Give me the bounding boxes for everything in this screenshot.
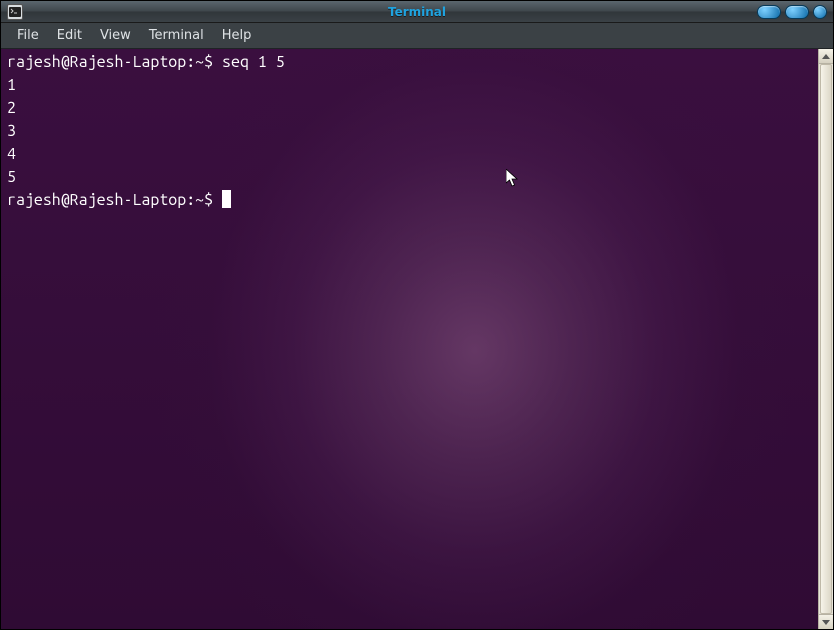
menubar: File Edit View Terminal Help (1, 23, 833, 49)
scroll-track[interactable] (819, 64, 833, 614)
prompt: rajesh@Rajesh-Laptop:~$ (7, 191, 222, 209)
text-cursor (222, 190, 231, 208)
terminal-line: 2 (7, 97, 812, 120)
scroll-down-button[interactable] (819, 614, 833, 629)
minimize-button[interactable] (757, 5, 781, 19)
menu-terminal[interactable]: Terminal (141, 25, 212, 46)
terminal-line: 4 (7, 143, 812, 166)
window-controls (757, 5, 827, 19)
terminal-app-icon (7, 4, 23, 20)
terminal-viewport[interactable]: rajesh@Rajesh-Laptop:~$ seq 1 5 1 2 3 4 … (1, 49, 818, 629)
scroll-up-button[interactable] (819, 49, 833, 64)
chevron-up-icon (822, 54, 830, 59)
prompt: rajesh@Rajesh-Laptop:~$ (7, 53, 222, 71)
scroll-thumb[interactable] (820, 64, 832, 614)
terminal-body: rajesh@Rajesh-Laptop:~$ seq 1 5 1 2 3 4 … (1, 49, 833, 629)
terminal-line: 5 (7, 166, 812, 189)
menu-help[interactable]: Help (214, 25, 260, 46)
menu-view[interactable]: View (92, 25, 139, 46)
terminal-line: rajesh@Rajesh-Laptop:~$ (7, 189, 812, 212)
terminal-line: 1 (7, 74, 812, 97)
maximize-button[interactable] (785, 5, 809, 19)
vertical-scrollbar[interactable] (818, 49, 833, 629)
terminal-line: 3 (7, 120, 812, 143)
terminal-window: Terminal File Edit View Terminal Help ra… (0, 0, 834, 630)
window-title: Terminal (388, 5, 446, 19)
titlebar[interactable]: Terminal (1, 1, 833, 23)
menu-edit[interactable]: Edit (49, 25, 90, 46)
menu-file[interactable]: File (9, 25, 47, 46)
close-button[interactable] (813, 5, 827, 19)
chevron-down-icon (822, 620, 830, 625)
command-text: seq 1 5 (222, 53, 285, 71)
terminal-line: rajesh@Rajesh-Laptop:~$ seq 1 5 (7, 51, 812, 74)
